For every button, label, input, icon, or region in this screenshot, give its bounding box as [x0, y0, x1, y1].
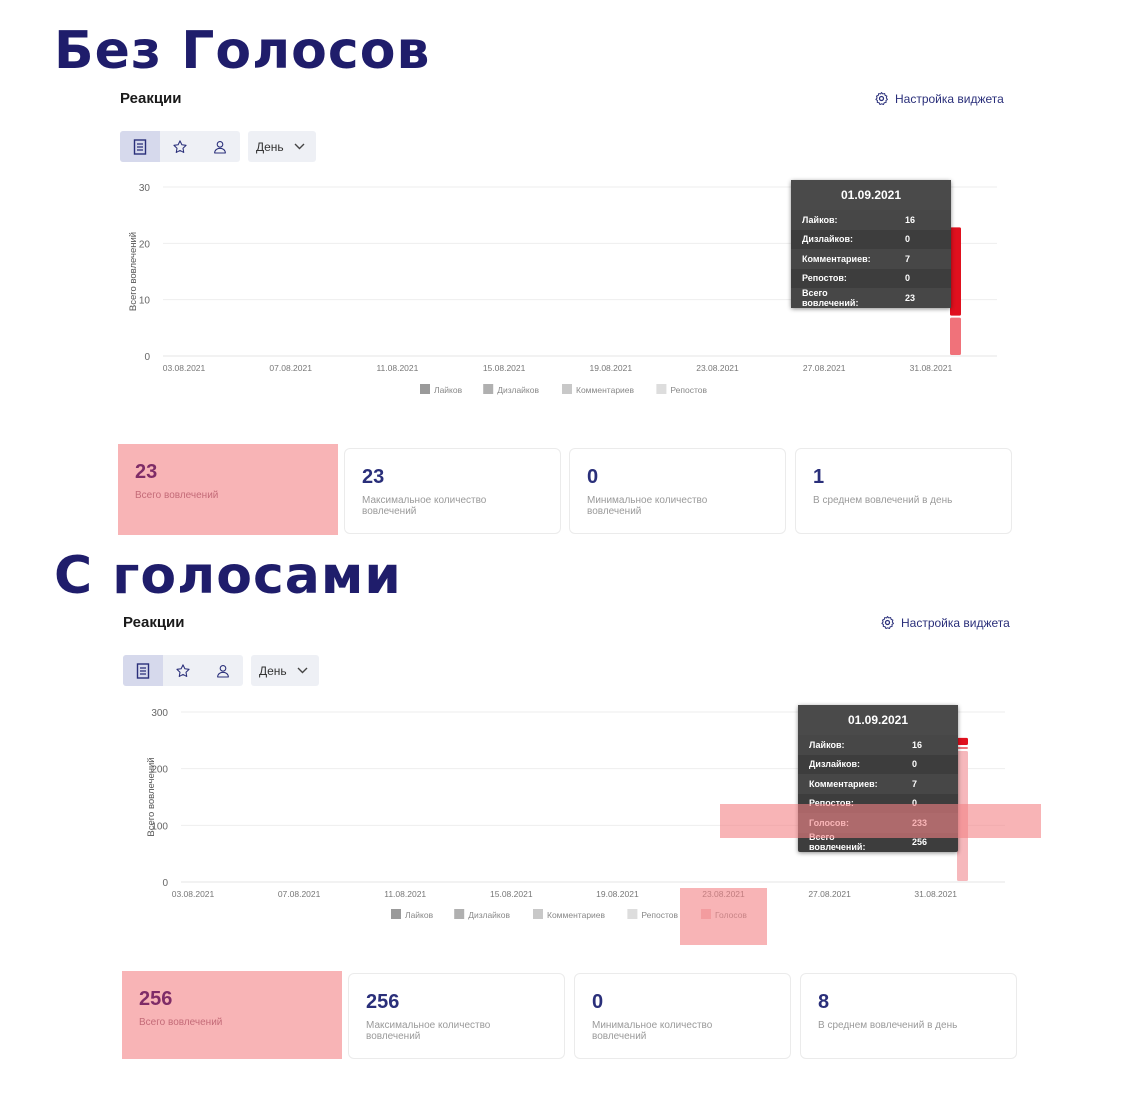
legend-label: Лайков: [405, 910, 434, 920]
legend-swatch: [533, 909, 543, 919]
legend-swatch: [454, 909, 465, 919]
tooltip-row-label: Дизлайков:: [809, 759, 860, 770]
stat-value: 8: [818, 991, 830, 1013]
stat-card-average: 8 В среднем вовлечений в день: [800, 973, 1017, 1059]
stat-card-max: 256 Максимальное количество вовлечений: [348, 973, 565, 1059]
stat-value: 0: [592, 991, 604, 1013]
tooltip-row-label: Лайков:: [809, 739, 845, 750]
legend-swatch: [627, 909, 638, 919]
legend-item: Комментариев: [533, 909, 606, 920]
y-axis-label: Всего вовлечений: [146, 757, 157, 836]
legend-swatch: [391, 909, 401, 919]
reactions-chart: 0100200300Всего вовлечений03.08.2021 07.0…: [146, 708, 1005, 920]
highlight-total-card: 256 Всего вовлечений: [122, 971, 342, 1059]
x-tick-label: 15.08.2021: [490, 889, 533, 899]
tooltip-row: Лайков: 16: [798, 735, 958, 755]
bar-segment-Лайков: [957, 737, 968, 745]
x-tick-label: 19.08.2021: [596, 889, 639, 899]
tooltip-row-value: 256: [912, 837, 928, 848]
x-tick-label: 11.08.2021: [384, 889, 426, 899]
x-tick-label: 31.08.2021: [914, 889, 957, 899]
stat-label: В среднем вовлечений в день: [818, 1020, 958, 1031]
stat-label: Максимальное количество вовлечений: [366, 1020, 491, 1042]
legend-item: Репостов: [627, 909, 679, 920]
tooltip-row: Дизлайков: 0: [798, 755, 958, 775]
legend-item: Дизлайков: [454, 909, 510, 920]
x-tick-label: 03.08.2021: [172, 889, 215, 899]
legend-label: Репостов: [641, 910, 678, 920]
stat-label: Минимальное количество вовлечений: [592, 1020, 713, 1042]
stat-value: 256: [139, 988, 173, 1010]
tooltip-row-value: 16: [912, 739, 923, 750]
stat-value: 256: [366, 991, 400, 1013]
tooltip-date: 01.09.2021: [798, 705, 958, 735]
bar-segment-Комментариев: [957, 747, 968, 749]
tooltip-row-value: 7: [912, 778, 918, 789]
reactions-widget-with-votes: Реакции Настройка виджета День 0 100 200 30…: [0, 0, 1140, 1100]
legend-label: Дизлайков: [468, 910, 510, 920]
stat-card-min: 0 Минимальное количество вовлечений: [574, 973, 791, 1059]
legend-item: Лайков: [391, 909, 434, 920]
y-tick-label: 0: [162, 878, 168, 889]
stat-label: Всего вовлечений: [139, 1017, 223, 1028]
y-tick-label: 300: [151, 708, 168, 719]
legend-label: Комментариев: [547, 910, 606, 920]
x-tick-label: 07.08.2021: [278, 889, 321, 899]
tooltip-row: Комментариев: 7: [798, 774, 958, 794]
tooltip-row-label: Комментариев:: [809, 778, 878, 789]
highlight-votes-row: [720, 804, 1041, 838]
tooltip-row-value: 0: [912, 759, 918, 770]
highlight-votes-legend: [680, 888, 767, 945]
x-tick-label: 27.08.2021: [808, 889, 851, 899]
